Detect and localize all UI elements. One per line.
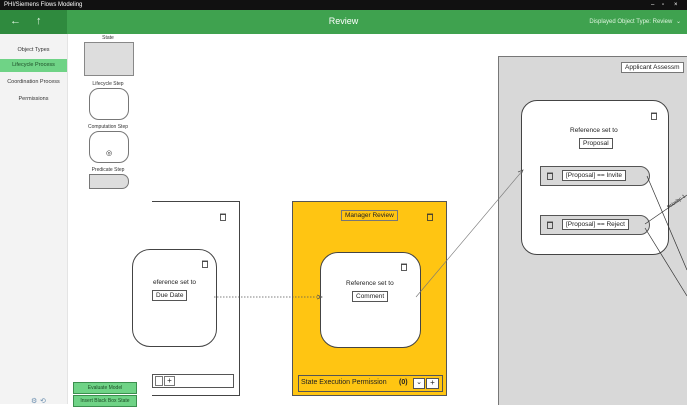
- sidebar-item-coordination-process[interactable]: Coordination Process: [0, 76, 67, 89]
- displayed-type-value[interactable]: Review: [653, 19, 673, 25]
- window-title: PHI/Siemens Flows Modeling: [4, 2, 83, 8]
- palette-panel: State Lifecycle Step Computation Step ◎ …: [68, 34, 151, 404]
- sidebar-item-lifecycle-process[interactable]: Lifecycle Process: [0, 59, 67, 72]
- predicate-step-invite[interactable]: [Proposal] == Invite: [540, 166, 650, 186]
- sidebar-item-object-types[interactable]: Object Types: [0, 44, 67, 57]
- priority-edge-label: Priority: 1: [666, 193, 687, 211]
- predicate-step-reject[interactable]: [Proposal] == Reject: [540, 215, 650, 235]
- lifecycle-step-applicant[interactable]: Reference set to Proposal [Proposal] == …: [521, 100, 669, 255]
- trash-icon[interactable]: [651, 112, 657, 120]
- lifecycle-step-manager[interactable]: Reference set to Comment: [320, 252, 421, 348]
- displayed-object-type[interactable]: Displayed Object Type: Review ⌄: [589, 18, 681, 25]
- add-icon[interactable]: +: [426, 378, 439, 389]
- trash-icon[interactable]: [547, 221, 553, 229]
- add-icon[interactable]: +: [164, 376, 175, 386]
- window-title-bar: PHI/Siemens Flows Modeling – ▫ ×: [0, 0, 687, 10]
- palette-computation-step-label: Computation Step: [87, 124, 129, 130]
- permission-bar-left[interactable]: +: [152, 374, 234, 388]
- minimize-icon[interactable]: –: [651, 0, 654, 10]
- permission-label: State Execution Permission: [301, 379, 387, 386]
- top-header: ← ↑ Review Displayed Object Type: Review…: [0, 10, 687, 34]
- sidebar-item-permissions[interactable]: Permissions: [0, 93, 67, 106]
- state-card-manager-review[interactable]: Manager Review Reference set to Comment …: [292, 201, 447, 396]
- palette-lifecycle-step-label: Lifecycle Step: [92, 81, 124, 87]
- permission-count: (0): [399, 379, 408, 386]
- chevron-down-icon[interactable]: ⌄: [676, 19, 681, 25]
- palette-computation-step-shape[interactable]: ◎: [89, 131, 129, 163]
- predicate-invite-expr[interactable]: [Proposal] == Invite: [562, 170, 627, 181]
- reference-text-manager: Reference set to: [346, 280, 394, 287]
- reference-value-comment[interactable]: Comment: [352, 291, 389, 302]
- palette-predicate-step-label: Predicate Step: [91, 167, 125, 173]
- predicate-reject-expr[interactable]: [Proposal] == Reject: [562, 219, 629, 230]
- sidebar: Object Types Lifecycle Process Coordinat…: [0, 34, 68, 404]
- state-card-applicant-assessment[interactable]: Applicant Assessm Reference set to Propo…: [498, 56, 687, 405]
- trash-icon[interactable]: [202, 260, 208, 268]
- palette-state-shape[interactable]: [84, 42, 134, 76]
- palette-predicate-step-shape[interactable]: [89, 174, 129, 189]
- reference-value-due-date[interactable]: Due Date: [152, 290, 188, 301]
- displayed-type-label: Displayed Object Type:: [589, 19, 651, 25]
- reference-text-left: eference set to: [153, 279, 196, 286]
- insert-black-box-state-button[interactable]: Insert Black Box State: [73, 395, 137, 407]
- trash-icon[interactable]: [427, 213, 433, 221]
- state-card-left[interactable]: eference set to Due Date +: [132, 201, 240, 396]
- palette-lifecycle-step-shape[interactable]: [89, 88, 129, 120]
- reference-text-applicant: Reference set to: [570, 127, 618, 134]
- gear-icon: ◎: [106, 150, 113, 157]
- applicant-assessment-title[interactable]: Applicant Assessm: [621, 62, 684, 73]
- close-icon[interactable]: ×: [674, 0, 678, 10]
- manager-review-title[interactable]: Manager Review: [341, 210, 398, 221]
- chevron-down-icon[interactable]: [155, 376, 163, 386]
- trash-icon[interactable]: [401, 263, 407, 271]
- page-title: Review: [328, 16, 359, 26]
- evaluate-model-button[interactable]: Evaluate Model: [73, 382, 137, 394]
- chevron-down-icon[interactable]: ⌄: [413, 378, 425, 389]
- trash-icon[interactable]: [547, 172, 553, 180]
- reference-value-proposal[interactable]: Proposal: [579, 138, 613, 149]
- trash-icon[interactable]: [220, 213, 226, 221]
- state-execution-permission-bar[interactable]: State Execution Permission (0) ⌄ +: [298, 375, 443, 392]
- maximize-icon[interactable]: ▫: [662, 0, 664, 10]
- palette-state-label: State: [102, 35, 114, 41]
